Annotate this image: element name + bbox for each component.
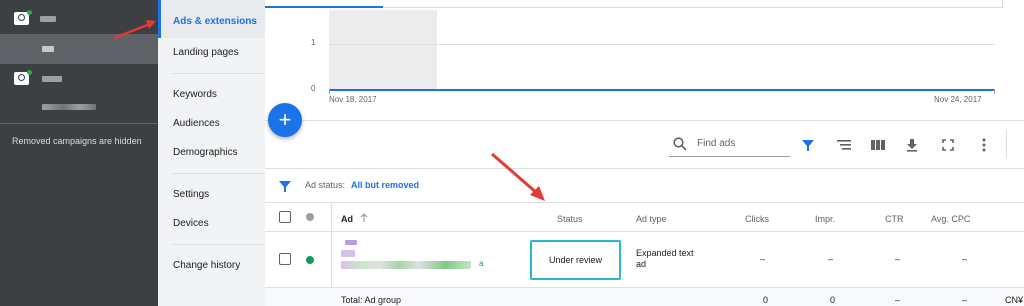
annotation-arrow-icon [491, 152, 545, 201]
tree-item-adgroup-2[interactable] [0, 94, 158, 122]
expand-button[interactable] [936, 133, 960, 157]
col-header-impressions[interactable]: Impr. [815, 214, 835, 224]
menu-item-keywords[interactable]: Keywords [173, 89, 217, 100]
tree-item-campaign-2[interactable] [0, 64, 158, 94]
tree-item-label [42, 76, 62, 82]
total-avg-cpc: – [962, 295, 968, 305]
tree-item-label [42, 46, 54, 52]
ad-status-value[interactable]: Under review [532, 255, 619, 265]
table-row[interactable]: a Under review Expanded text ad – – – – [265, 232, 1024, 288]
filter-chip-ad-status[interactable]: All but removed [351, 180, 419, 190]
ad-preview[interactable]: a [341, 238, 487, 278]
download-button[interactable] [900, 133, 924, 157]
search-icon [673, 137, 687, 151]
filter-icon [802, 140, 814, 151]
total-row: Total: Ad group 0 0 – – CN¥ [265, 288, 1024, 306]
chart-tab-bar [383, 0, 1003, 8]
download-icon [907, 139, 917, 152]
ad-url-blurred [341, 261, 471, 269]
menu-divider [173, 73, 265, 74]
row-checkbox[interactable] [279, 253, 291, 265]
select-all-checkbox[interactable] [279, 211, 291, 223]
series-line [329, 89, 995, 91]
x-tick-label: Nov 18, 2017 [329, 95, 377, 104]
filter-bar: Ad status: All but removed [265, 168, 1024, 202]
y-tick-label: 1 [311, 38, 316, 47]
menu-item-settings[interactable]: Settings [173, 189, 209, 200]
tree-divider [0, 123, 158, 124]
main-content: 1 0 Nov 18, 2017 Nov 24, 2017 + Find ads [265, 0, 1024, 306]
avg-cpc-value: – [962, 254, 968, 264]
col-header-clicks[interactable]: Clicks [745, 214, 769, 224]
filter-icon [279, 181, 291, 192]
add-ad-button[interactable]: + [268, 103, 302, 137]
x-tick-mark [329, 89, 330, 94]
col-header-avg-cpc[interactable]: Avg. CPC [931, 214, 970, 224]
ad-type-line-2: ad [636, 259, 647, 269]
col-header-status[interactable]: Status [557, 214, 583, 224]
status-dot-icon [27, 10, 32, 15]
menu-item-audiences[interactable]: Audiences [173, 118, 220, 129]
chart-highlight-region [329, 10, 437, 89]
status-highlight-box: Under review [530, 240, 621, 280]
columns-icon [871, 140, 885, 150]
col-header-ad[interactable]: Ad [341, 214, 353, 224]
ctr-value: – [895, 254, 901, 264]
annotation-arrow-icon [113, 20, 156, 40]
columns-button[interactable] [866, 133, 890, 157]
status-column-icon [306, 213, 314, 221]
filter-label: Ad status: [305, 180, 346, 190]
tree-item-label [42, 104, 96, 110]
menu-item-demographics[interactable]: Demographics [173, 147, 237, 158]
campaign-tree: Removed campaigns are hidden [0, 0, 158, 306]
fullscreen-icon [942, 139, 954, 151]
menu-item-change-history[interactable]: Change history [173, 260, 240, 271]
y-tick-label: 0 [311, 84, 316, 93]
col-header-ctr[interactable]: CTR [885, 214, 904, 224]
x-tick-mark [994, 89, 995, 94]
sort-ascending-icon[interactable] [360, 213, 368, 223]
ad-type-line-1: Expanded text [636, 248, 694, 258]
impressions-value: – [828, 254, 834, 264]
search-input[interactable]: Find ads [697, 138, 735, 149]
performance-chart: 1 0 Nov 18, 2017 Nov 24, 2017 [265, 0, 1024, 120]
segment-icon [837, 140, 851, 150]
grid-line [329, 44, 995, 45]
page-menu: Ads & extensions Landing pages Keywords … [158, 0, 265, 306]
total-clicks: 0 [763, 295, 769, 305]
removed-campaigns-note: Removed campaigns are hidden [12, 136, 142, 146]
toolbar-divider [1006, 129, 1007, 159]
total-currency: CN¥ [1005, 295, 1024, 305]
menu-item-ads-extensions[interactable]: Ads & extensions [173, 16, 257, 27]
menu-item-devices[interactable]: Devices [173, 218, 209, 229]
more-vertical-icon [982, 138, 986, 152]
total-ctr: – [895, 295, 901, 305]
x-tick-label: Nov 24, 2017 [934, 95, 982, 104]
search-box[interactable]: Find ads [669, 131, 790, 157]
status-dot-icon [27, 70, 32, 75]
chart-tab-active[interactable] [265, 0, 383, 8]
menu-divider [173, 244, 265, 245]
ad-headline-blurred [345, 240, 357, 245]
enabled-status-dot [306, 256, 314, 264]
table-toolbar: Find ads [265, 120, 1024, 168]
menu-divider [173, 173, 265, 174]
filter-button[interactable] [796, 133, 820, 157]
total-label: Total: Ad group [341, 295, 402, 305]
ad-text-blurred [341, 250, 355, 257]
segment-button[interactable] [832, 133, 856, 157]
tree-item-label [40, 16, 56, 22]
ad-url-suffix: a [479, 259, 484, 268]
col-header-ad-type[interactable]: Ad type [636, 214, 667, 224]
menu-item-landing-pages[interactable]: Landing pages [173, 47, 239, 58]
ads-table: Ad Status Ad type Clicks Impr. CTR Avg. … [265, 202, 1024, 306]
total-impressions: 0 [830, 295, 836, 305]
more-options-button[interactable] [972, 133, 996, 157]
clicks-value: – [760, 254, 766, 264]
